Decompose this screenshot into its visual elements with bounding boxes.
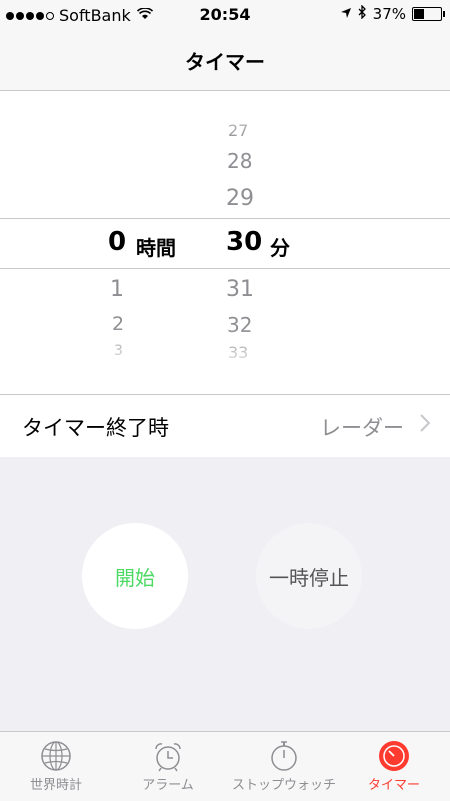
timer-controls: 開始 一時停止 — [0, 457, 450, 731]
timer-icon — [338, 740, 450, 772]
timer-end-value: レーダー — [320, 416, 404, 440]
bluetooth-icon — [358, 4, 367, 23]
location-arrow-icon — [340, 5, 352, 23]
picker-fade-bottom — [0, 327, 450, 377]
status-right: 37% — [340, 4, 445, 23]
minute-option[interactable]: 29 — [226, 186, 254, 211]
page-title: タイマー — [185, 50, 265, 74]
minute-unit-label: 分 — [270, 236, 290, 260]
selection-top-line — [0, 218, 450, 219]
timer-end-sound-row[interactable]: タイマー終了時 レーダー — [0, 394, 450, 458]
minute-option[interactable]: 28 — [227, 149, 252, 173]
alarm-clock-icon — [112, 740, 224, 772]
globe-icon — [0, 740, 112, 772]
battery-icon — [412, 7, 445, 21]
selected-minute[interactable]: 30 — [226, 227, 262, 257]
tab-label: 世界時計 — [29, 778, 82, 793]
tab-label: アラーム — [142, 778, 194, 793]
battery-percent: 37% — [372, 5, 406, 23]
stopwatch-icon — [224, 740, 344, 772]
picker-fade-top — [0, 91, 450, 141]
hour-unit-label: 時間 — [136, 236, 176, 260]
selection-bottom-line — [0, 268, 450, 269]
tab-stopwatch[interactable]: ストップウォッチ — [224, 732, 344, 801]
navigation-bar: タイマー — [0, 30, 450, 91]
minute-option[interactable]: 31 — [226, 277, 254, 302]
chevron-right-icon — [420, 410, 431, 438]
tab-label: ストップウォッチ — [231, 778, 336, 793]
tab-label: タイマー — [367, 778, 420, 793]
start-button[interactable]: 開始 — [82, 523, 188, 629]
status-bar: SoftBank 20:54 37% — [0, 0, 450, 30]
timer-picker[interactable]: 1 2 3 27 28 29 31 32 33 0 時間 30 分 — [0, 91, 450, 377]
hour-option[interactable]: 1 — [110, 277, 124, 302]
tab-alarm[interactable]: アラーム — [112, 732, 224, 801]
tab-world-clock[interactable]: 世界時計 — [0, 732, 112, 801]
timer-end-label: タイマー終了時 — [22, 416, 169, 440]
selected-hour[interactable]: 0 — [108, 227, 126, 257]
pause-button[interactable]: 一時停止 — [256, 523, 362, 629]
tab-bar: 世界時計 アラーム ストップウォッチ タイマー — [0, 731, 450, 801]
tab-timer[interactable]: タイマー — [338, 732, 450, 801]
